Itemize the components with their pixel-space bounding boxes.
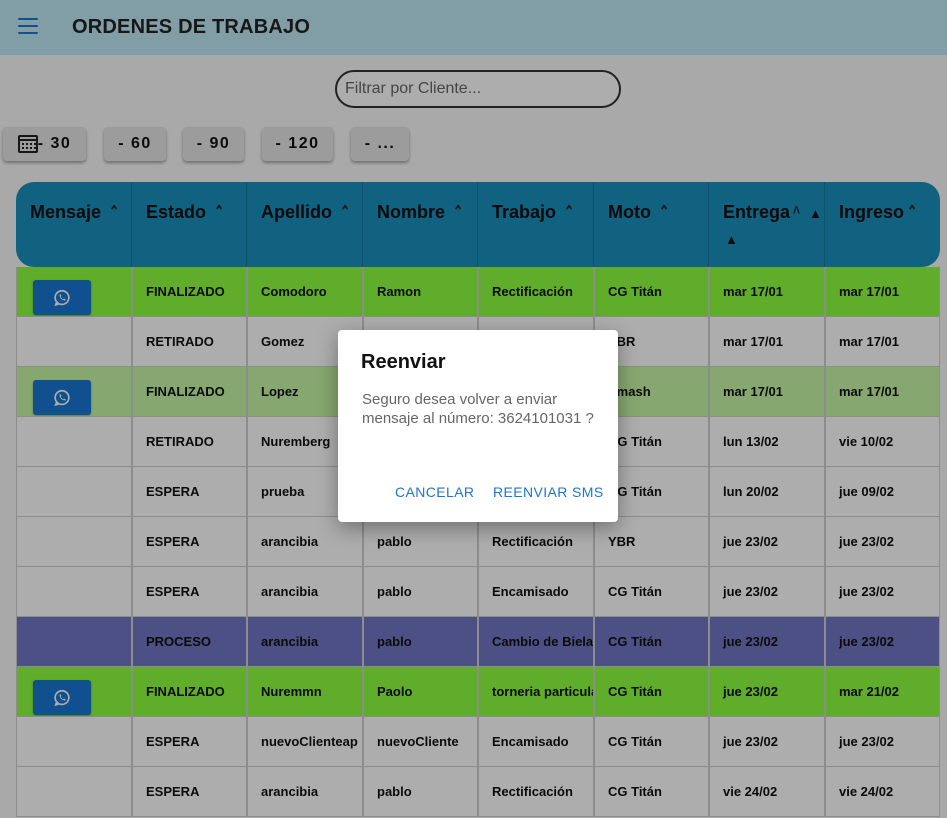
cancel-button[interactable]: CANCELAR <box>395 484 474 500</box>
dialog-message: Seguro desea volver a enviar mensaje al … <box>362 391 594 427</box>
dialog-title: Reenviar <box>361 351 446 373</box>
resend-sms-button[interactable]: REENVIAR SMS <box>493 484 604 500</box>
resend-dialog: Reenviar Seguro desea volver a enviar me… <box>338 330 618 522</box>
